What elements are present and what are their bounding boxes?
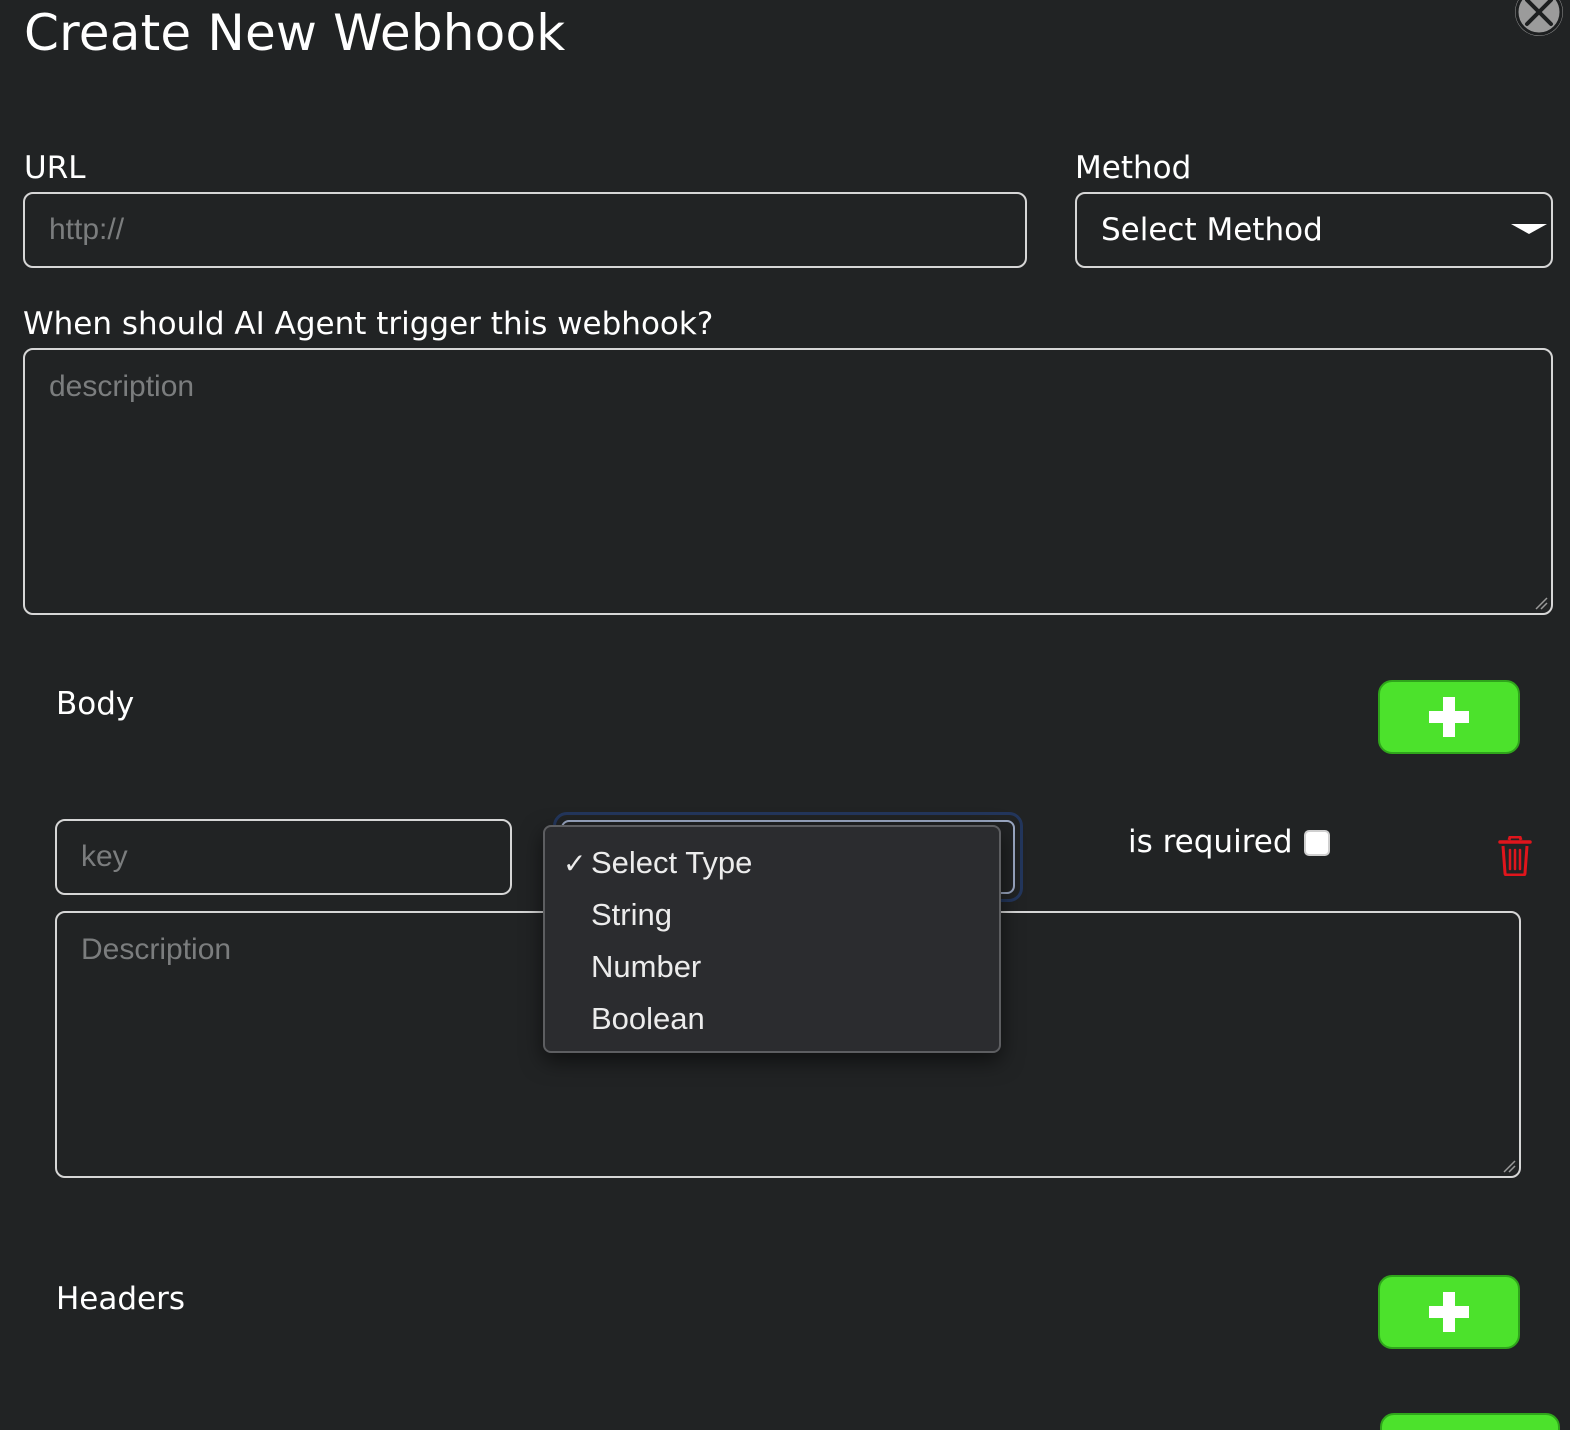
trigger-description-placeholder: description (49, 370, 195, 403)
resize-grip-icon[interactable] (1502, 1159, 1516, 1173)
body-key-input[interactable]: key (55, 819, 512, 895)
type-option-number[interactable]: Number (591, 947, 701, 987)
type-option-boolean[interactable]: Boolean (591, 999, 705, 1039)
partially-visible-green-button[interactable] (1380, 1413, 1560, 1430)
method-label: Method (1075, 150, 1192, 186)
add-header-button[interactable] (1378, 1275, 1520, 1349)
trigger-description-textarea[interactable]: description (23, 348, 1553, 615)
body-type-dropdown-menu: ✓ Select Type String Number Boolean (543, 825, 1001, 1053)
url-placeholder: http:// (49, 213, 125, 246)
checkmark-icon: ✓ (563, 848, 587, 879)
chevron-down-icon (1511, 224, 1547, 234)
method-selected-value: Select Method (1101, 212, 1323, 248)
create-webhook-dialog: Create New Webhook URL http:// Method Se… (0, 0, 1570, 1430)
headers-section-label: Headers (56, 1281, 186, 1317)
dialog-title: Create New Webhook (24, 4, 566, 62)
close-button[interactable] (1515, 0, 1563, 36)
resize-grip-icon[interactable] (1534, 596, 1548, 610)
url-input[interactable]: http:// (23, 192, 1027, 268)
add-body-field-button[interactable] (1378, 680, 1520, 754)
method-select[interactable]: Select Method (1075, 192, 1553, 268)
type-option-string[interactable]: String (591, 895, 672, 935)
body-description-placeholder: Description (81, 933, 232, 966)
body-key-placeholder: key (81, 840, 128, 873)
url-label: URL (24, 150, 86, 186)
close-icon (1515, 0, 1563, 36)
trigger-label: When should AI Agent trigger this webhoo… (23, 306, 714, 342)
type-option-select-type[interactable]: Select Type (591, 843, 752, 883)
trash-icon[interactable] (1498, 836, 1532, 876)
body-section-label: Body (56, 686, 135, 722)
plus-icon (1429, 697, 1469, 737)
is-required-checkbox[interactable] (1304, 830, 1330, 856)
plus-icon (1429, 1292, 1469, 1332)
is-required-label: is required (1128, 824, 1293, 860)
